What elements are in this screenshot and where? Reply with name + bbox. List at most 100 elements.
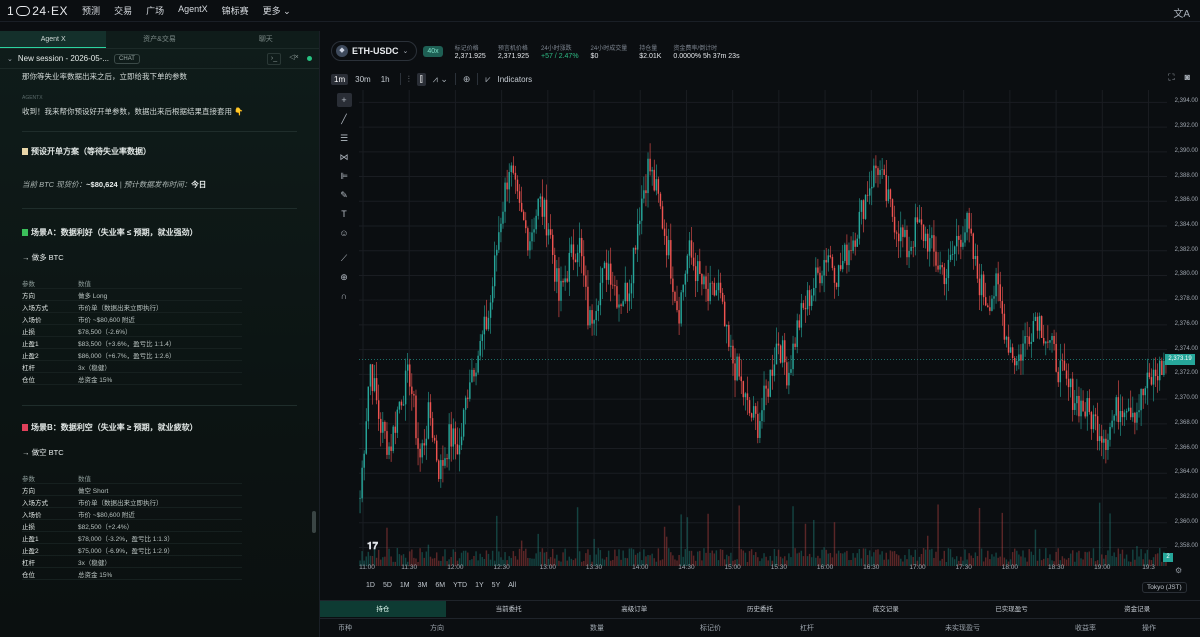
stat-value: 0.0000% 5h 37m 23s bbox=[673, 52, 740, 60]
candle-body bbox=[918, 219, 921, 223]
col-header: 未实现盈亏 bbox=[945, 625, 980, 632]
translate-icon[interactable]: 文A bbox=[1173, 5, 1190, 20]
camera-icon[interactable]: ◙ bbox=[1185, 72, 1190, 83]
nav-item-4[interactable]: 锦标赛 bbox=[222, 4, 249, 17]
trend-line-icon[interactable]: ╱ bbox=[337, 112, 352, 126]
candle-body bbox=[1150, 377, 1153, 385]
candle-body bbox=[369, 364, 372, 387]
nav-item-5[interactable]: 更多 ⌄ bbox=[263, 4, 291, 17]
param-value: 市价单（数据出来立即执行） bbox=[78, 304, 163, 312]
settings-icon[interactable]: ⚙ bbox=[1175, 566, 1182, 575]
candle-body bbox=[628, 293, 631, 302]
terminal-icon[interactable]: ›_ bbox=[267, 52, 281, 65]
candle-body bbox=[396, 409, 399, 433]
volume-bar bbox=[1034, 529, 1037, 566]
candle-body bbox=[1038, 316, 1041, 331]
range-All[interactable]: All bbox=[508, 582, 516, 589]
candle-body bbox=[933, 235, 935, 252]
mute-icon[interactable]: ◁× bbox=[287, 53, 301, 65]
bottom-tab-3[interactable]: 历史委托 bbox=[697, 601, 823, 617]
left-tab-0[interactable]: Agent X bbox=[0, 31, 107, 48]
magnet-icon[interactable]: ∩ bbox=[337, 289, 352, 303]
fullscreen-icon[interactable]: ⛶ bbox=[1168, 72, 1174, 83]
chart-type-icon[interactable]: ⩘ ⌄ bbox=[433, 74, 448, 85]
param-value: 做多 Long bbox=[78, 292, 108, 300]
volume-bar bbox=[665, 536, 668, 566]
range-3M[interactable]: 3M bbox=[418, 582, 428, 589]
left-tab-2[interactable]: 聊天 bbox=[213, 31, 319, 48]
time-tick-label: 13:00 bbox=[539, 564, 556, 571]
candle-body bbox=[895, 232, 898, 234]
price-tick-label: 2,370.00 bbox=[1174, 395, 1198, 402]
brush-icon[interactable]: ✎ bbox=[337, 188, 352, 202]
nav-item-0[interactable]: 预测 bbox=[82, 4, 100, 17]
timeframe-1m[interactable]: 1m bbox=[331, 73, 349, 85]
candle-body bbox=[417, 438, 419, 449]
nav-item-2[interactable]: 广场 bbox=[146, 4, 164, 17]
range-YTD[interactable]: YTD bbox=[453, 582, 467, 589]
candle-body bbox=[875, 165, 877, 169]
time-tick-label: 11:30 bbox=[401, 564, 418, 571]
logo[interactable]: 1 24·EX bbox=[7, 4, 68, 18]
price-tick-label: 2,374.00 bbox=[1174, 345, 1198, 352]
candle-body bbox=[624, 282, 626, 302]
indicators-button[interactable]: Indicators bbox=[498, 75, 533, 84]
bottom-tab-0[interactable]: 持仓 bbox=[320, 601, 446, 617]
emoji-icon[interactable]: ☺ bbox=[337, 226, 352, 240]
range-5Y[interactable]: 5Y bbox=[492, 582, 501, 589]
price-axis[interactable]: 2,394.00 2,392.00 2,390.00 2,388.00 2,386.00… bbox=[1167, 90, 1200, 578]
candle-body bbox=[668, 240, 670, 256]
pattern-icon[interactable]: ⋈ bbox=[337, 150, 352, 164]
scrollbar[interactable] bbox=[312, 511, 316, 533]
candle-body bbox=[924, 233, 927, 242]
bottom-tab-6[interactable]: 资金记录 bbox=[1074, 601, 1200, 617]
col-header: 操作 bbox=[1142, 625, 1156, 632]
zoom-icon[interactable]: ⊕ bbox=[337, 270, 352, 284]
bottom-tab-1[interactable]: 当前委托 bbox=[446, 601, 572, 617]
candle-body bbox=[576, 252, 579, 263]
bottom-tab-2[interactable]: 高级订单 bbox=[571, 601, 697, 617]
stat-value: 2,371.925 bbox=[497, 52, 529, 60]
leverage-badge[interactable]: 40x bbox=[423, 45, 443, 57]
col-header: 收益率 bbox=[1075, 625, 1096, 632]
add-icon[interactable]: ⊕ bbox=[463, 74, 471, 85]
range-1D[interactable]: 1D bbox=[366, 582, 375, 589]
price-chart[interactable] bbox=[359, 90, 1167, 578]
candle-body bbox=[620, 304, 622, 306]
candle-body bbox=[1098, 436, 1101, 442]
nav-item-3[interactable]: AgentX bbox=[178, 4, 208, 17]
range-1M[interactable]: 1M bbox=[400, 582, 410, 589]
range-1Y[interactable]: 1Y bbox=[475, 582, 484, 589]
ruler-icon[interactable]: ⟋ bbox=[337, 251, 352, 265]
candle-body bbox=[730, 345, 732, 347]
horizontal-lines-icon[interactable]: ☰ bbox=[337, 131, 352, 145]
bottom-tab-4[interactable]: 成交记录 bbox=[823, 601, 949, 617]
timeframe-1h[interactable]: 1h bbox=[378, 74, 393, 85]
text-icon[interactable]: T bbox=[337, 207, 352, 221]
timeframe-30m[interactable]: 30m bbox=[352, 74, 374, 85]
fib-icon[interactable]: ⊫ bbox=[337, 169, 352, 183]
context-line: 当前 BTC 现货价：~$80,624 | 预计数据发布时间：今日 bbox=[22, 180, 207, 189]
session-title[interactable]: New session - 2026-05-... bbox=[18, 54, 109, 63]
crosshair-icon[interactable]: + bbox=[336, 93, 352, 107]
candle-body bbox=[690, 240, 693, 258]
time-tick-label: 17:00 bbox=[909, 564, 926, 571]
tradingview-logo-icon[interactable]: 𝟏𝟕 bbox=[367, 541, 378, 552]
session-dropdown-icon[interactable]: ⌄ bbox=[7, 55, 13, 63]
candle-body bbox=[1051, 335, 1053, 341]
param-value: 做空 Short bbox=[78, 487, 109, 495]
left-tab-1[interactable]: 资产&交易 bbox=[106, 31, 212, 48]
time-axis[interactable]: 11:00 11:30 12:00 12:30 13:00 13:30 14:00 14:30… bbox=[359, 564, 1169, 576]
symbol-selector[interactable]: ◆ ETH-USDC ⌄ bbox=[331, 41, 418, 61]
range-6M[interactable]: 6M bbox=[435, 582, 445, 589]
nav-item-1[interactable]: 交易 bbox=[114, 4, 132, 17]
indicators-icon[interactable]: ⩗ bbox=[485, 74, 490, 85]
timezone-selector[interactable]: Tokyo (JST) bbox=[1142, 582, 1187, 593]
candle-body bbox=[1078, 395, 1080, 417]
range-5D[interactable]: 5D bbox=[383, 582, 392, 589]
candle-body bbox=[415, 395, 417, 439]
bar-style-icon[interactable]: ⫶ bbox=[408, 74, 410, 85]
candle-body bbox=[976, 256, 979, 279]
candle-style-icon[interactable]: ⫿ bbox=[416, 72, 426, 86]
bottom-tab-5[interactable]: 已实现盈亏 bbox=[949, 601, 1075, 617]
